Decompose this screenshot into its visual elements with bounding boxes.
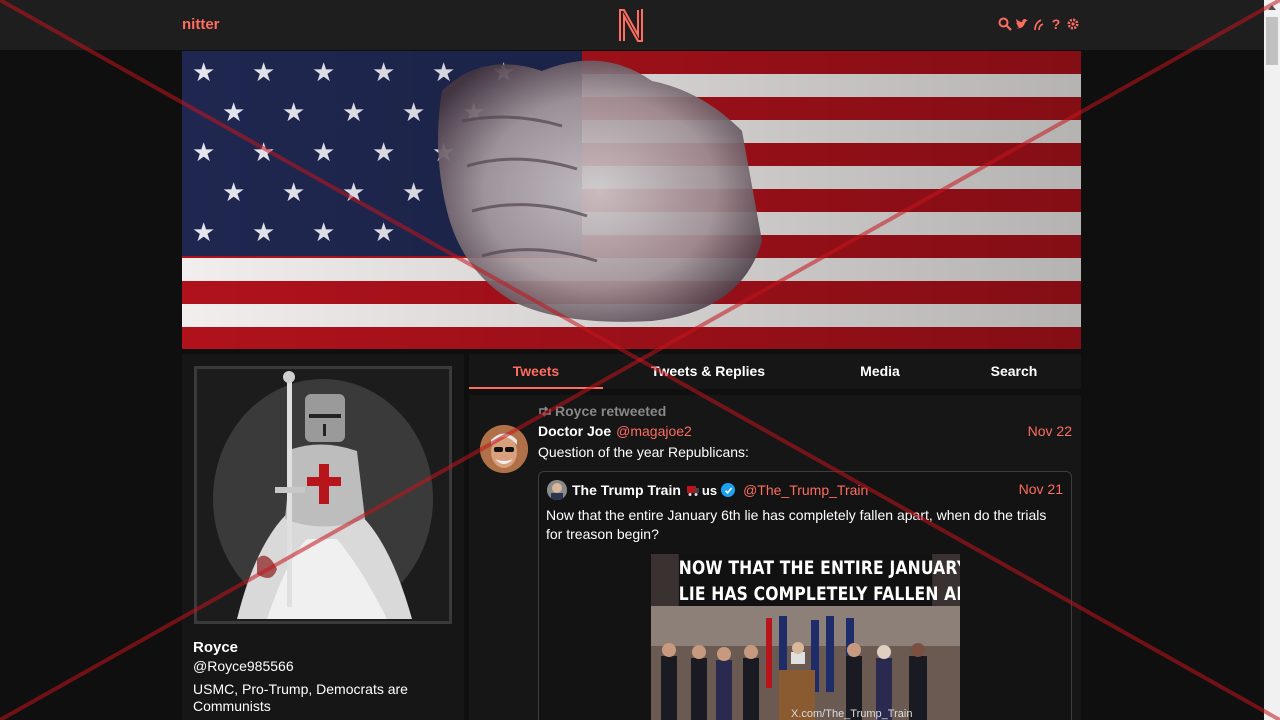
- press-conference-photo: [651, 606, 960, 720]
- profile-name[interactable]: Royce: [193, 639, 238, 656]
- knight-avatar-image: [197, 369, 449, 621]
- image-headline-line-2: LIE HAS COMPLETELY FALLEN APART: [678, 583, 960, 605]
- tweet-text: Question of the year Republicans:: [538, 444, 749, 460]
- banner-flag-fist-image: ★ ★ ★ ★ ★ ★ ★ ★ ★ ★ ★ ★ ★ ★ ★ ★ ★ ★ ★ ★ …: [182, 51, 1081, 349]
- settings-icon[interactable]: [1066, 16, 1080, 32]
- tab-media[interactable]: Media: [839, 354, 921, 389]
- profile-card: Royce @Royce985566 USMC, Pro-Trump, Demo…: [182, 354, 464, 720]
- retweet-header: Royce retweeted: [538, 403, 666, 419]
- retweet-label[interactable]: Royce retweeted: [555, 403, 666, 419]
- doctor-joe-avatar-image: [480, 425, 528, 473]
- search-icon[interactable]: [998, 16, 1012, 32]
- tab-search[interactable]: Search: [973, 354, 1055, 389]
- image-headline: NOW THAT THE ENTIRE JANUARY 6TH LIE HAS …: [678, 554, 960, 606]
- tweet-username[interactable]: @magajoe2: [616, 423, 692, 439]
- quoted-tweet[interactable]: The Trump Train us @The_Trump_Train Nov …: [538, 471, 1072, 720]
- profile-avatar[interactable]: [194, 366, 452, 624]
- train-emoji-icon: [686, 486, 699, 496]
- rss-icon[interactable]: [1032, 16, 1046, 32]
- trump-train-avatar-image: [547, 480, 567, 500]
- tweet-header: Doctor Joe @magajoe2 Nov 22: [538, 423, 1072, 441]
- tweet-date[interactable]: Nov 22: [1028, 423, 1072, 439]
- twitter-icon[interactable]: [1015, 16, 1029, 32]
- quote-image[interactable]: NOW THAT THE ENTIRE JANUARY 6TH LIE HAS …: [651, 554, 960, 720]
- scroll-up-arrow-icon[interactable]: [1268, 5, 1276, 10]
- nav-icons: ?: [998, 16, 1080, 32]
- timeline-item[interactable]: Royce retweeted Doctor Joe @magajoe2 Nov …: [469, 395, 1081, 720]
- help-icon[interactable]: ?: [1049, 16, 1063, 32]
- quote-text: Now that the entire January 6th lie has …: [546, 507, 1047, 542]
- verified-badge-icon: [721, 483, 736, 497]
- tweet-avatar[interactable]: [480, 425, 528, 473]
- quote-fullname[interactable]: The Trump Train: [572, 482, 681, 498]
- quote-affiliation-label: us: [701, 482, 718, 498]
- navbar: nitter ?: [0, 0, 1264, 50]
- quote-date[interactable]: Nov 21: [1019, 481, 1063, 497]
- profile-bio: USMC, Pro-Trump, Democrats are Communist…: [193, 681, 408, 714]
- tweet-fullname[interactable]: Doctor Joe: [538, 423, 611, 439]
- image-watermark: X.com/The_Trump_Train: [791, 708, 913, 720]
- quote-avatar[interactable]: [547, 480, 567, 500]
- quote-header: The Trump Train us @The_Trump_Train Nov …: [547, 480, 1063, 500]
- page-scrollbar[interactable]: [1264, 0, 1280, 720]
- quote-affiliation: us: [686, 482, 736, 498]
- image-headline-line-1: NOW THAT THE ENTIRE JANUARY 6TH: [678, 557, 960, 579]
- brand-link[interactable]: nitter: [182, 16, 220, 33]
- profile-handle[interactable]: @Royce985566: [193, 658, 294, 674]
- timeline-tabs: Tweets Tweets & Replies Media Search: [469, 354, 1081, 389]
- profile-banner[interactable]: ★ ★ ★ ★ ★ ★ ★ ★ ★ ★ ★ ★ ★ ★ ★ ★ ★ ★ ★ ★ …: [182, 51, 1081, 349]
- scroll-thumb[interactable]: [1266, 17, 1278, 65]
- nitter-logo-icon[interactable]: [617, 7, 645, 43]
- tab-tweets[interactable]: Tweets: [469, 354, 603, 389]
- quote-username[interactable]: @The_Trump_Train: [743, 482, 868, 498]
- tab-tweets-replies[interactable]: Tweets & Replies: [630, 354, 786, 389]
- retweet-icon: [539, 405, 551, 417]
